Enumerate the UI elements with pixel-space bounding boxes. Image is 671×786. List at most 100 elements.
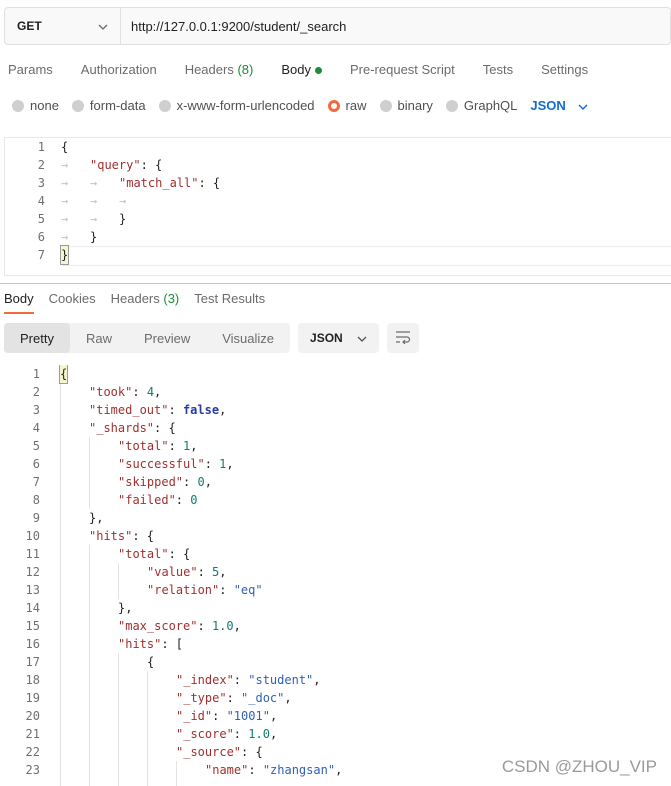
url-input[interactable]: http://127.0.0.1:9200/student/_search <box>121 8 670 44</box>
response-format-select[interactable]: JSON <box>298 323 379 353</box>
response-tab-body[interactable]: Body <box>4 291 34 314</box>
json-key: "_index" <box>176 673 234 687</box>
tab-headers-label: Headers <box>184 62 234 77</box>
radio-circle-icon <box>445 99 458 112</box>
json-number: 1.0 <box>248 727 270 741</box>
tab-body[interactable]: Body <box>281 62 322 82</box>
current-line-highlight <box>62 246 671 266</box>
json-string: "zhangsan" <box>262 763 336 777</box>
json-key: "query" <box>90 158 141 172</box>
indent-arrow-icon: → <box>61 194 69 208</box>
view-visualize[interactable]: Visualize <box>206 323 290 353</box>
code-token: } <box>119 212 127 226</box>
indent-guide <box>147 671 148 786</box>
radio-none-label: none <box>30 98 59 113</box>
view-preview[interactable]: Preview <box>128 323 206 353</box>
line-number: 10 <box>25 529 40 543</box>
code-token: } <box>59 245 70 265</box>
line-number: 1 <box>32 367 40 381</box>
json-key: "hits" <box>89 529 133 543</box>
json-string: "student" <box>248 673 314 687</box>
radio-raw-label: raw <box>345 98 367 113</box>
view-raw[interactable]: Raw <box>70 323 128 353</box>
response-tab-test-results[interactable]: Test Results <box>194 291 265 314</box>
response-tab-cookies[interactable]: Cookies <box>49 291 96 314</box>
request-body-editor[interactable]: 1{ 2 → "query": { 3 → → "match_all": { 4 → → → 5… <box>4 137 671 276</box>
indent-guide <box>118 563 119 599</box>
indent-guide <box>176 761 177 786</box>
radio-none[interactable]: none <box>12 98 59 113</box>
line-number: 8 <box>32 493 40 507</box>
code-token: } <box>90 230 98 244</box>
line-number: 7 <box>32 475 40 489</box>
radio-circle-icon <box>379 99 392 112</box>
request-tabs: Params Authorization Headers (8) Body Pr… <box>0 62 608 82</box>
line-number: 17 <box>25 655 40 669</box>
line-number: 11 <box>25 547 40 561</box>
json-key: "value" <box>147 565 198 579</box>
radio-graphql[interactable]: GraphQL <box>445 98 517 113</box>
tab-headers[interactable]: Headers (8) <box>185 62 254 82</box>
watermark: CSDN @ZHOU_VIP <box>501 757 657 776</box>
indent-arrow-icon: → <box>90 176 98 190</box>
line-number: 18 <box>25 673 40 687</box>
response-body-viewer[interactable]: 1{ 2 "took": 4, 3 "timed_out": false, 4 "_s… <box>0 365 671 786</box>
radio-form-data[interactable]: form-data <box>71 98 146 113</box>
line-number: 1 <box>37 140 45 154</box>
json-number: 1.0 <box>211 619 234 633</box>
radio-binary[interactable]: binary <box>379 98 433 113</box>
indent-arrow-icon: → <box>61 212 69 226</box>
line-number: 21 <box>25 727 40 741</box>
pane-divider[interactable] <box>0 283 671 284</box>
line-number: 19 <box>25 691 40 705</box>
radio-urlencoded-label: x-www-form-urlencoded <box>176 98 315 113</box>
json-string: "_doc" <box>241 691 285 705</box>
json-key: "timed_out" <box>89 403 169 417</box>
tab-params[interactable]: Params <box>8 62 53 82</box>
tab-prerequest-script[interactable]: Pre-request Script <box>350 62 455 82</box>
radio-urlencoded[interactable]: x-www-form-urlencoded <box>158 98 315 113</box>
indent-arrow-icon: → <box>90 194 98 208</box>
line-number: 4 <box>37 194 45 208</box>
body-format-select[interactable]: JSON <box>530 98 588 113</box>
json-key: "relation" <box>147 583 220 597</box>
json-string: "1001" <box>226 709 270 723</box>
line-number: 16 <box>25 637 40 651</box>
json-key: "hits" <box>118 637 162 651</box>
line-number: 7 <box>37 248 45 262</box>
tab-tests[interactable]: Tests <box>483 62 513 82</box>
line-number: 2 <box>32 385 40 399</box>
json-number: 4 <box>146 385 155 399</box>
radio-binary-label: binary <box>397 98 433 113</box>
response-view-toolbar: Pretty Raw Preview Visualize JSON <box>4 323 419 353</box>
json-key: "_source" <box>176 745 242 759</box>
line-number: 15 <box>25 619 40 633</box>
line-number: 2 <box>37 158 45 172</box>
chevron-down-icon <box>578 98 588 113</box>
json-punct: : { <box>140 158 163 172</box>
tab-settings[interactable]: Settings <box>541 62 588 82</box>
json-key: "skipped" <box>118 475 184 489</box>
json-key: "name" <box>205 763 249 777</box>
tab-authorization[interactable]: Authorization <box>81 62 157 82</box>
indent-guide <box>118 653 119 786</box>
line-number: 22 <box>25 745 40 759</box>
line-number: 14 <box>25 601 40 615</box>
request-url-bar: GET http://127.0.0.1:9200/student/_searc… <box>4 7 671 45</box>
json-key: "match_all" <box>119 176 199 190</box>
body-type-options: none form-data x-www-form-urlencoded raw… <box>12 98 588 113</box>
json-key: "took" <box>89 385 133 399</box>
json-key: "total" <box>118 547 169 561</box>
code-token: { <box>58 365 69 384</box>
json-key: "_id" <box>176 709 213 723</box>
method-select[interactable]: GET <box>5 8 121 44</box>
json-key: "_score" <box>176 727 234 741</box>
wrap-lines-icon <box>395 330 411 347</box>
radio-raw[interactable]: raw <box>327 98 367 113</box>
wrap-lines-button[interactable] <box>386 323 419 353</box>
response-tab-headers[interactable]: Headers (3) <box>111 291 180 314</box>
line-number: 6 <box>32 457 40 471</box>
chevron-down-icon <box>357 331 367 345</box>
indent-guide <box>60 383 61 786</box>
view-pretty[interactable]: Pretty <box>4 323 70 353</box>
